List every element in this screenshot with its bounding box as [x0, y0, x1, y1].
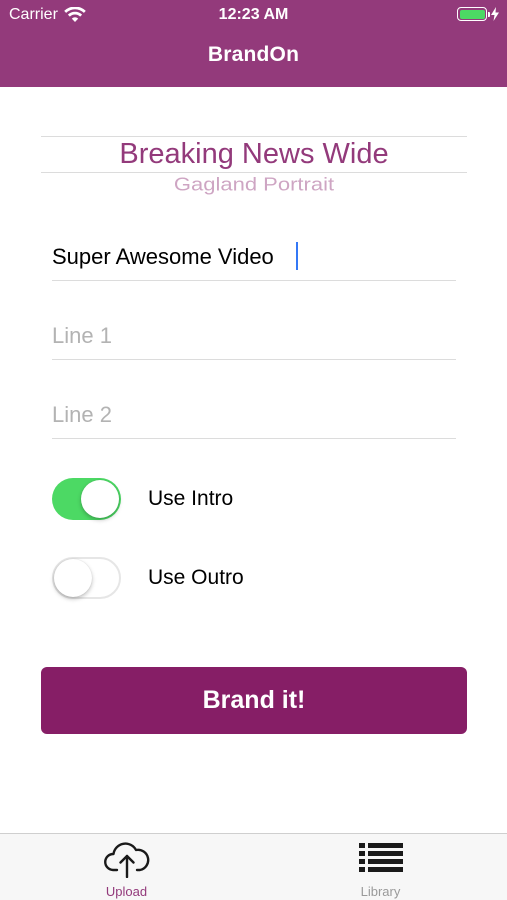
- title-input[interactable]: [52, 240, 456, 274]
- use-outro-label: Use Outro: [148, 566, 244, 589]
- battery-level-fill: [459, 9, 485, 19]
- text-cursor: [296, 242, 298, 270]
- use-intro-row: Use Intro: [52, 478, 456, 520]
- title-field-row: [52, 236, 456, 281]
- charging-bolt-icon: [491, 7, 499, 21]
- line1-field-row: [52, 315, 456, 360]
- status-time: 12:23 AM: [218, 6, 289, 23]
- line1-input[interactable]: [52, 319, 456, 353]
- toggle-knob: [81, 480, 119, 518]
- app-header: Carrier 12:23 AM BrandOn: [0, 0, 507, 87]
- tab-library[interactable]: Library: [254, 834, 507, 900]
- line2-field-row: [52, 394, 456, 439]
- brand-it-button[interactable]: Brand it!: [41, 667, 467, 734]
- use-outro-toggle[interactable]: [52, 557, 121, 599]
- battery-group: [457, 7, 499, 21]
- picker-option-selected[interactable]: Breaking News Wide: [41, 138, 467, 171]
- toggle-knob: [54, 559, 92, 597]
- template-picker[interactable]: Breaking News Wide Gagland Portrait: [41, 135, 467, 205]
- use-intro-toggle[interactable]: [52, 478, 121, 520]
- picker-selection-bottom-line: [41, 172, 467, 173]
- picker-selection-top-line: [41, 136, 467, 137]
- tab-bar: Upload Library: [0, 833, 507, 900]
- battery-icon: [457, 7, 490, 21]
- tab-upload-label: Upload: [105, 884, 148, 899]
- status-bar: Carrier 12:23 AM: [0, 0, 507, 30]
- tab-library-label: Library: [360, 884, 401, 899]
- tab-upload[interactable]: Upload: [0, 834, 253, 900]
- picker-option-next[interactable]: Gagland Portrait: [41, 174, 467, 195]
- line2-input[interactable]: [52, 398, 456, 432]
- cloud-upload-icon: [103, 842, 149, 878]
- nav-title: BrandOn: [207, 43, 300, 66]
- list-icon: [358, 843, 403, 872]
- use-intro-label: Use Intro: [148, 487, 234, 510]
- use-outro-row: Use Outro: [52, 557, 456, 599]
